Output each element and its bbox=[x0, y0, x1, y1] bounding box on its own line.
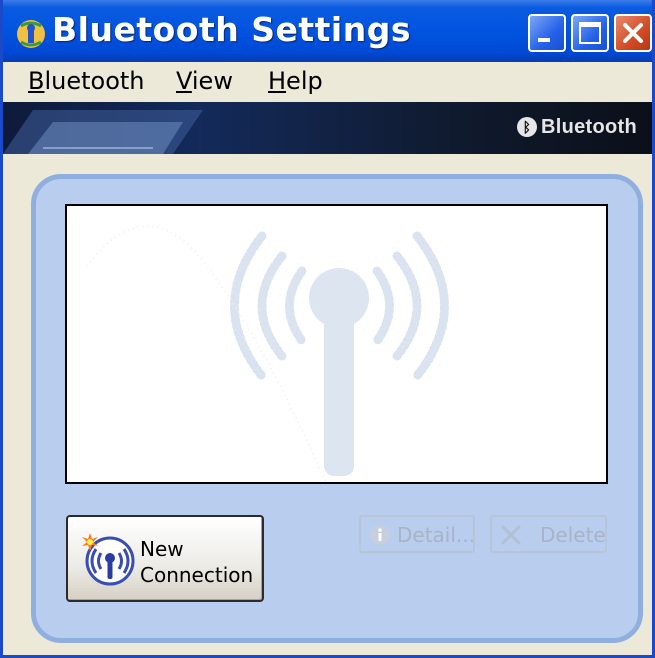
title-bar[interactable]: Bluetooth Settings bbox=[3, 0, 652, 62]
new-connection-antenna-icon bbox=[82, 533, 135, 586]
detail-button[interactable]: Detail... bbox=[359, 515, 475, 553]
menu-bar: Bluetooth View Help bbox=[3, 62, 652, 102]
delete-x-icon bbox=[501, 525, 521, 545]
info-icon bbox=[370, 525, 390, 545]
device-list[interactable] bbox=[65, 204, 608, 484]
new-connection-label-line1: New bbox=[140, 537, 184, 561]
close-button[interactable] bbox=[614, 14, 652, 52]
menu-bluetooth[interactable]: Bluetooth bbox=[28, 67, 145, 95]
bluetooth-antenna-icon bbox=[86, 225, 449, 482]
menu-view[interactable]: View bbox=[176, 67, 233, 95]
bluetooth-banner: ᛒ Bluetooth bbox=[3, 102, 652, 154]
menu-help[interactable]: Help bbox=[268, 67, 323, 95]
maximize-button[interactable] bbox=[571, 14, 609, 52]
bluetooth-app-icon bbox=[17, 20, 45, 48]
new-connection-label-line2: Connection bbox=[140, 563, 254, 587]
bluetooth-logo-icon: ᛒ bbox=[516, 117, 537, 137]
laptop-graphic bbox=[3, 110, 203, 154]
maximize-icon bbox=[579, 22, 601, 44]
close-icon bbox=[623, 23, 643, 43]
bluetooth-settings-window: Bluetooth Settings Bluetooth View Help ᛒ… bbox=[0, 0, 655, 658]
delete-button[interactable]: Delete bbox=[490, 515, 607, 553]
minimize-button[interactable] bbox=[528, 14, 566, 52]
window-title: Bluetooth Settings bbox=[52, 10, 411, 49]
minimize-icon bbox=[538, 38, 550, 42]
new-connection-button[interactable]: New Connection bbox=[66, 515, 264, 602]
bluetooth-brand-logo: ᛒ Bluetooth bbox=[516, 116, 637, 139]
